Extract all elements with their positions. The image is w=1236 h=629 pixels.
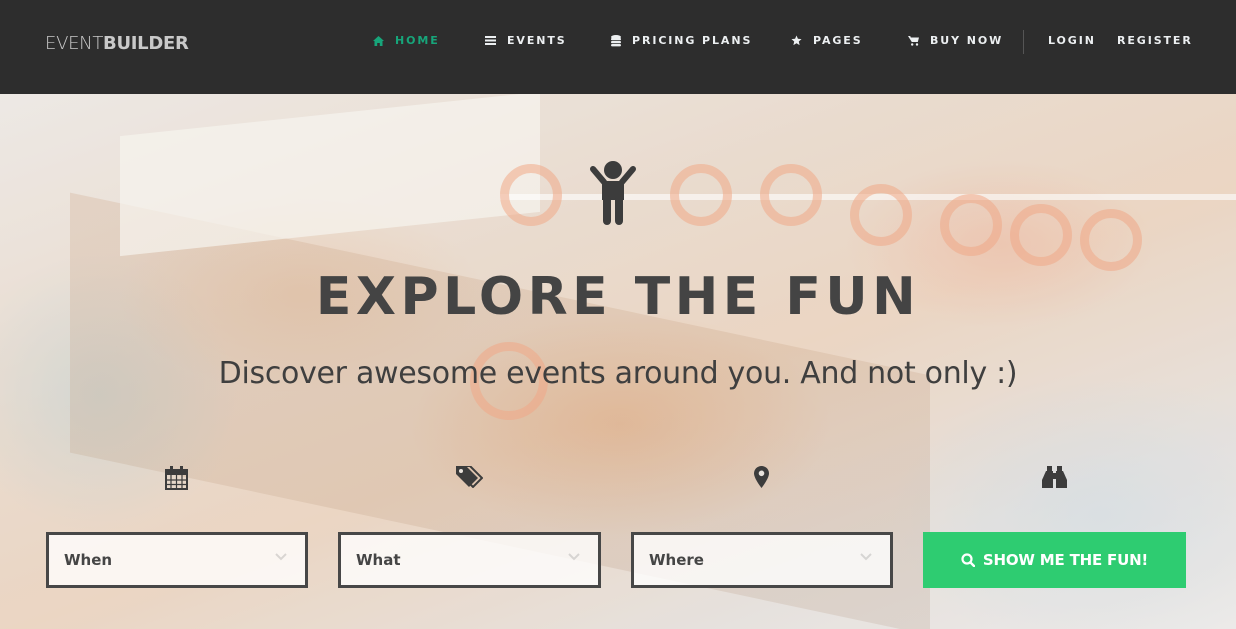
list-icon: [485, 36, 496, 45]
nav-divider: [1023, 30, 1024, 54]
nav-item-pricing-plans[interactable]: PRICING PLANS: [611, 34, 752, 47]
brand-logo-light: EVENT: [45, 33, 104, 54]
tags-icon: [456, 466, 483, 488]
brand-logo-bold: BUILDER: [103, 33, 189, 54]
nav-item-events[interactable]: EVENTS: [485, 34, 567, 47]
nav-item-label: EVENTS: [507, 34, 567, 47]
home-icon: [373, 35, 384, 46]
map-marker-icon: [754, 466, 769, 488]
calendar-icon: [165, 466, 188, 490]
nav-item-home[interactable]: HOME: [373, 34, 440, 47]
login-link[interactable]: LOGIN: [1048, 34, 1096, 47]
nav-item-label: PRICING PLANS: [632, 34, 753, 47]
nav-item-pages[interactable]: PAGES: [791, 34, 863, 47]
nav-item-label: BUY NOW: [930, 34, 1004, 47]
cart-icon: [908, 35, 919, 46]
chevron-down-icon: [275, 553, 287, 561]
where-field-label: Where: [649, 551, 704, 569]
what-field[interactable]: What: [338, 532, 601, 588]
binoculars-icon: [1042, 466, 1067, 488]
hero-subtitle: Discover awesome events around you. And …: [218, 356, 1018, 391]
child-icon: [590, 161, 636, 225]
when-field[interactable]: When: [46, 532, 308, 588]
register-link[interactable]: REGISTER: [1117, 34, 1193, 47]
chevron-down-icon: [568, 553, 580, 561]
star-icon: [791, 35, 802, 46]
where-field[interactable]: Where: [631, 532, 893, 588]
when-field-label: When: [64, 551, 113, 569]
chevron-down-icon: [860, 553, 872, 561]
hero-title: EXPLORE THE FUN: [315, 267, 921, 327]
show-me-the-fun-button[interactable]: SHOW ME THE FUN!: [923, 532, 1186, 588]
database-icon: [611, 34, 621, 46]
search-icon: [961, 553, 975, 567]
nav-item-buy-now[interactable]: BUY NOW: [908, 34, 1003, 47]
what-field-label: What: [356, 551, 401, 569]
search-button-label: SHOW ME THE FUN!: [982, 551, 1149, 569]
hero-section: EXPLORE THE FUN Discover awesome events …: [0, 94, 1236, 629]
nav-item-label: HOME: [395, 34, 440, 47]
site-header: EVENTBUILDER HOME EVENTS PRICING PLANS P…: [0, 0, 1236, 94]
brand-logo[interactable]: EVENTBUILDER: [45, 33, 189, 54]
nav-item-label: PAGES: [813, 34, 863, 47]
